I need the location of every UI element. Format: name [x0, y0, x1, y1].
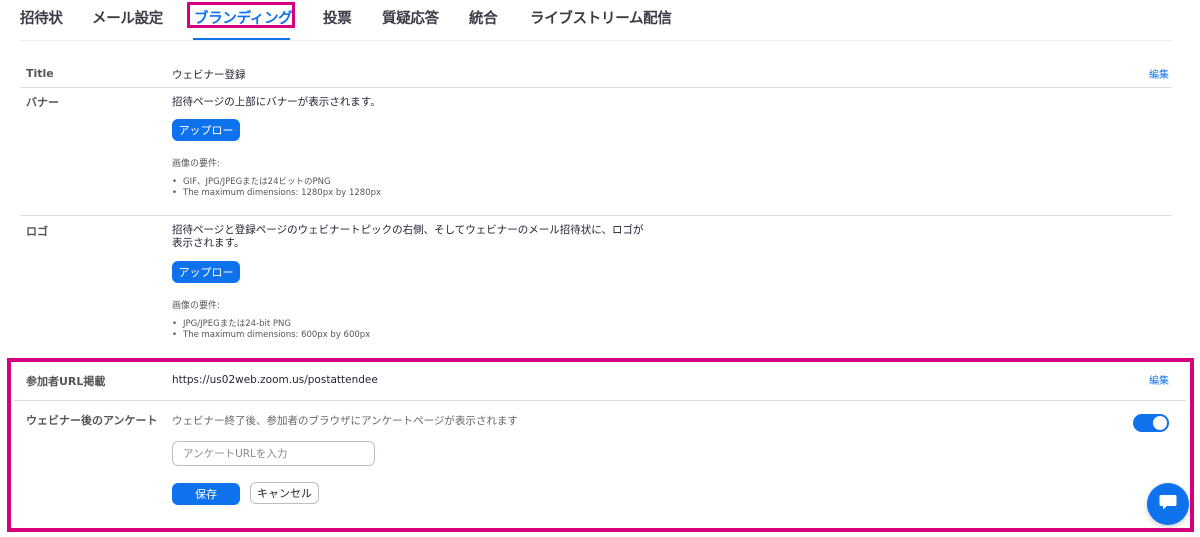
banner-label: バナー	[26, 96, 59, 109]
survey-url-input[interactable]	[172, 441, 375, 466]
tabs-divider	[20, 40, 1172, 41]
tab-integration[interactable]: 統合	[469, 7, 498, 28]
logo-requirement-item: The maximum dimensions: 600px by 600px	[172, 330, 370, 340]
divider	[20, 215, 1172, 216]
logo-requirement-item: JPG/JPEGまたは24-bit PNG	[172, 317, 291, 329]
survey-description: ウェビナー終了後、参加者のブラウザにアンケートページが表示されます	[172, 415, 518, 427]
chat-button[interactable]	[1147, 483, 1189, 525]
divider	[20, 87, 1172, 88]
save-button[interactable]: 保存	[172, 483, 240, 505]
tab-highlight-box	[187, 2, 295, 28]
banner-requirement-item: The maximum dimensions: 1280px by 1280px	[172, 188, 381, 198]
tab-live-streaming[interactable]: ライブストリーム配信	[530, 7, 672, 28]
attendee-url-value: https://us02web.zoom.us/postattendee	[172, 374, 378, 386]
tab-qa[interactable]: 質疑応答	[382, 7, 439, 28]
banner-requirement-item: GIF、JPG/JPEGまたは24ビットのPNG	[172, 175, 331, 187]
survey-label: ウェビナー後のアンケート	[26, 414, 158, 427]
attendee-url-label: 参加者URL掲載	[26, 375, 106, 388]
attendee-url-edit-link[interactable]: 編集	[1149, 372, 1169, 387]
banner-description: 招待ページの上部にバナーが表示されます。	[172, 96, 381, 108]
tab-invitation[interactable]: 招待状	[20, 7, 63, 28]
divider	[14, 400, 1186, 401]
logo-requirements-heading: 画像の要件:	[172, 301, 221, 311]
toggle-knob	[1153, 416, 1167, 430]
banner-upload-button[interactable]: アップロー	[172, 119, 240, 141]
logo-label: ロゴ	[26, 225, 48, 238]
tab-polls[interactable]: 投票	[323, 7, 352, 28]
logo-upload-button[interactable]: アップロー	[172, 261, 240, 283]
tab-bar: 招待状 メール設定 ブランディング 投票 質疑応答 統合 ライブストリーム配信	[0, 0, 1200, 40]
chat-bubble-icon	[1159, 494, 1177, 514]
logo-description-line2: 表示されます。	[172, 237, 245, 249]
cancel-button[interactable]: キャンセル	[250, 482, 319, 504]
tab-email-settings[interactable]: メール設定	[92, 7, 163, 28]
title-value: ウェビナー登録	[172, 69, 246, 81]
survey-toggle[interactable]	[1133, 414, 1169, 432]
banner-requirements-heading: 画像の要件:	[172, 159, 221, 169]
title-edit-link[interactable]: 編集	[1149, 66, 1169, 81]
title-label: Title	[26, 67, 54, 80]
